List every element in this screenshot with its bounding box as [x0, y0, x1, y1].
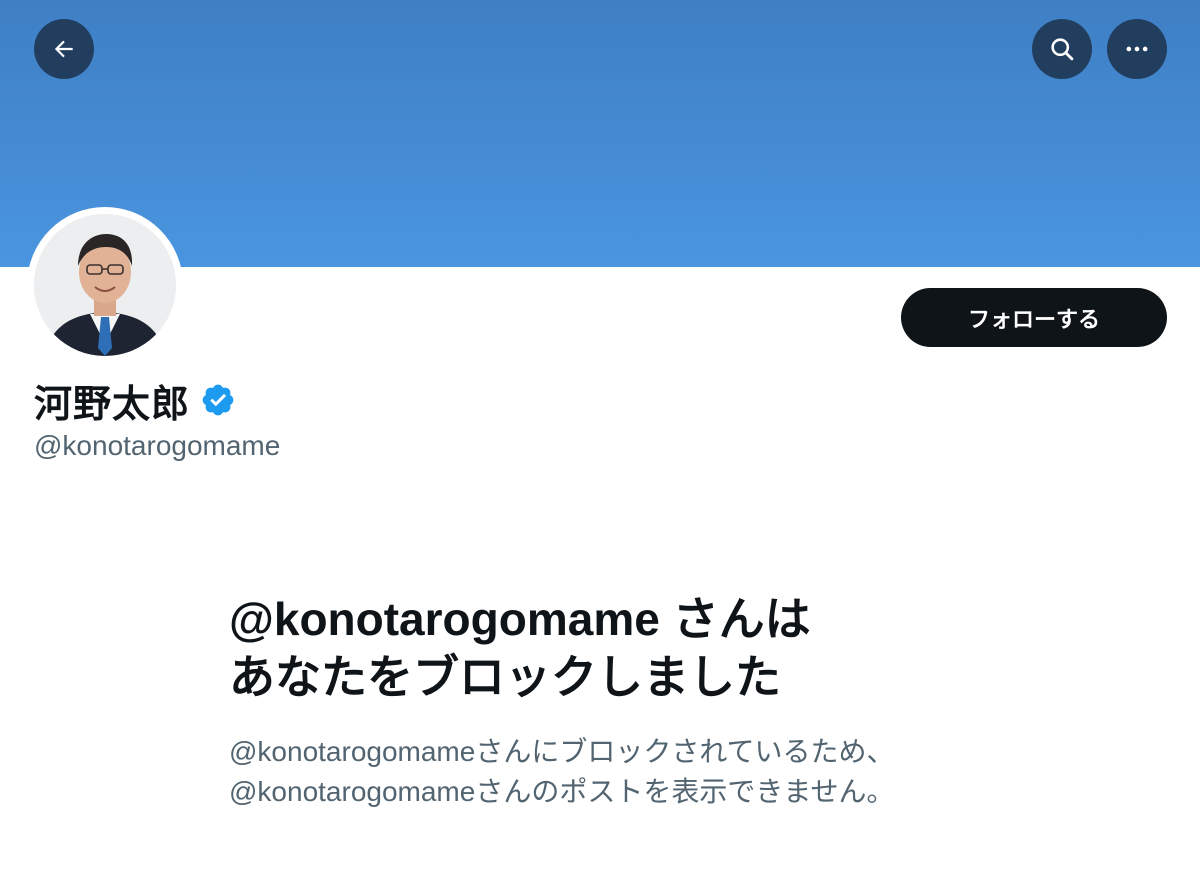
blocked-title: @konotarogomame さんは あなたをブロックしました [229, 590, 989, 706]
display-name-row: 河野太郎 [34, 376, 236, 426]
display-name: 河野太郎 [34, 383, 191, 426]
profile-handle: @konotarogomame [34, 430, 281, 461]
arrow-left-icon [54, 40, 73, 58]
blocked-title-line1: @konotarogomame さんは [229, 593, 811, 645]
back-button[interactable] [34, 19, 94, 79]
avatar-image [34, 214, 176, 356]
blocked-title-line2: あなたをブロックしました [229, 651, 781, 703]
verified-badge-icon [202, 384, 234, 416]
avatar[interactable] [34, 214, 176, 356]
more-options-button[interactable] [1107, 19, 1167, 79]
search-button[interactable] [1032, 19, 1092, 79]
follow-button[interactable]: フォローする [901, 288, 1167, 347]
search-icon [1051, 38, 1074, 61]
blocked-desc-line1: @konotarogomameさんにブロックされているため、 [229, 736, 895, 767]
profile-banner [0, 0, 1200, 267]
blocked-desc-line2: @konotarogomameさんのポストを表示できません。 [229, 776, 895, 807]
avatar-ring [27, 207, 183, 363]
more-horizontal-icon [1126, 46, 1148, 52]
blocked-description: @konotarogomameさんにブロックされているため、 @konotaro… [229, 732, 989, 812]
